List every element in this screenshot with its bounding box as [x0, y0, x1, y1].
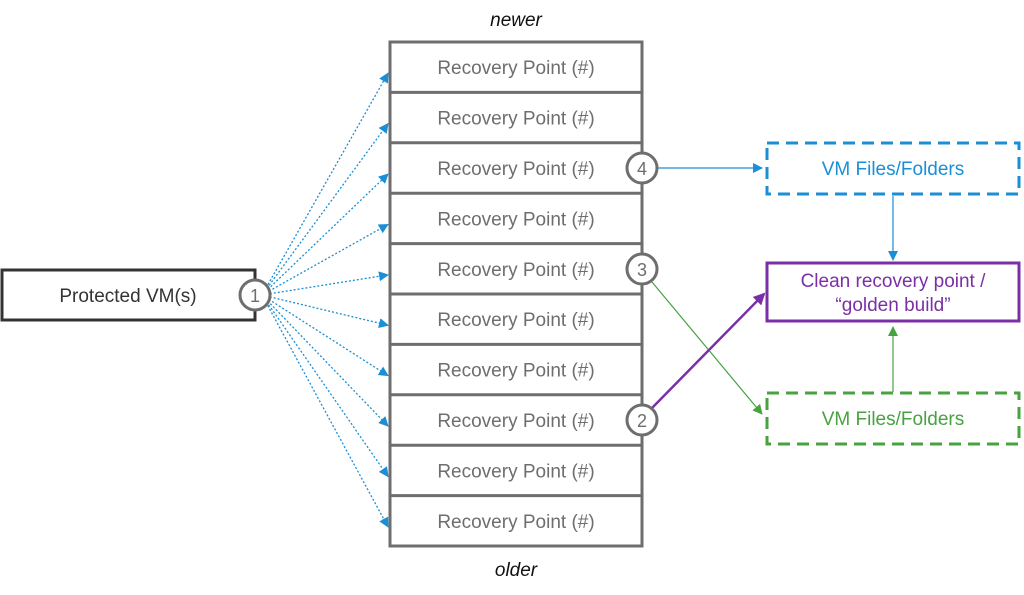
golden-build-line1: Clean recovery point / [801, 271, 987, 292]
backup-arrow [261, 122, 389, 296]
recovery-point-label: Recovery Point (#) [437, 109, 594, 130]
recovery-point-label: Recovery Point (#) [437, 260, 594, 281]
marker-3: 3 [625, 252, 659, 286]
marker-1-label: 1 [250, 286, 260, 306]
marker-2: 2 [625, 403, 659, 437]
vm-files-top-label: VM Files/Folders [822, 159, 965, 180]
vm-files-box-top: VM Files/Folders [765, 141, 1021, 196]
backup-arrow [261, 294, 389, 377]
arrow-2-to-golden [651, 292, 766, 409]
protected-vm-label: Protected VM(s) [59, 286, 196, 307]
backup-arrow [261, 294, 389, 329]
backup-arrow [261, 294, 389, 427]
protected-vm-box: Protected VM(s) [0, 268, 257, 322]
marker-4: 4 [625, 151, 659, 185]
backup-arrows [261, 72, 389, 528]
backup-arrow [261, 294, 389, 528]
older-label: older [495, 560, 538, 581]
recovery-diagram: newer older Protected VM(s) Recovery Poi… [0, 10, 1021, 581]
recovery-point-stack: Recovery Point (#) Recovery Point (#) Reco… [388, 40, 644, 548]
recovery-point-label: Recovery Point (#) [437, 512, 594, 533]
backup-arrow [261, 72, 389, 296]
backup-arrow [261, 294, 389, 478]
vm-files-bottom-label: VM Files/Folders [822, 409, 965, 430]
marker-4-label: 4 [637, 159, 647, 179]
arrow-3-to-green-files [651, 281, 763, 415]
recovery-point-label: Recovery Point (#) [437, 361, 594, 382]
backup-arrow [261, 173, 389, 296]
vm-files-box-bottom: VM Files/Folders [765, 391, 1021, 446]
recovery-point-label: Recovery Point (#) [437, 411, 594, 432]
marker-2-label: 2 [637, 411, 647, 431]
golden-build-box: Clean recovery point / “golden build” [765, 261, 1021, 323]
recovery-point-label: Recovery Point (#) [437, 58, 594, 79]
newer-label: newer [490, 10, 542, 31]
recovery-point-label: Recovery Point (#) [437, 310, 594, 331]
recovery-point-label: Recovery Point (#) [437, 209, 594, 230]
recovery-point-label: Recovery Point (#) [437, 461, 594, 482]
marker-1: 1 [238, 278, 272, 312]
golden-build-line2: “golden build” [835, 295, 950, 316]
backup-arrow [261, 223, 389, 296]
marker-3-label: 3 [637, 260, 647, 280]
recovery-point-label: Recovery Point (#) [437, 159, 594, 180]
